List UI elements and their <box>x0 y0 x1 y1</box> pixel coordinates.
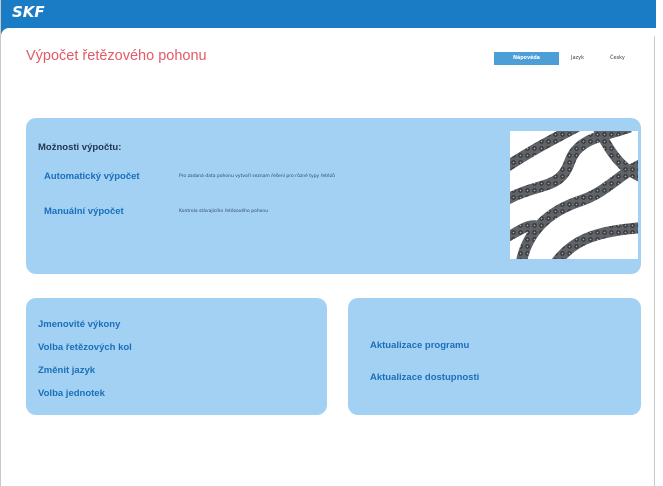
manual-calculation-link[interactable]: Manuální výpočet <box>44 206 124 217</box>
language-link[interactable]: Jazyk <box>571 52 584 65</box>
rated-power-link[interactable]: Jmenovité výkony <box>38 319 120 330</box>
change-language-link[interactable]: Změnit jazyk <box>38 365 95 376</box>
program-update-link[interactable]: Aktualizace programu <box>370 340 469 351</box>
automatic-calculation-link[interactable]: Automatický výpočet <box>44 171 140 182</box>
brand-bar: SKF <box>1 0 656 36</box>
skf-logo: SKF <box>12 3 45 21</box>
app-window: SKF Výpočet řetězového pohonu Nápověda J… <box>0 0 656 486</box>
roller-chain-image <box>510 131 638 259</box>
availability-update-link[interactable]: Aktualizace dostupnosti <box>370 372 479 383</box>
automatic-calculation-description: Pro zadaná data pohonu vytvoří seznam ře… <box>179 174 335 179</box>
page-title: Výpočet řetězového pohonu <box>26 48 207 64</box>
help-button[interactable]: Nápověda <box>494 52 559 65</box>
czech-language-link[interactable]: Česky <box>610 52 625 65</box>
calculation-options-title: Možnosti výpočtu: <box>38 142 122 153</box>
sprocket-selection-link[interactable]: Volba řetězových kol <box>38 342 132 353</box>
settings-panel: Jmenovité výkony Volba řetězových kol Zm… <box>26 298 327 415</box>
manual-calculation-description: Kontrola stávajícího řetězového pohonu <box>179 209 269 214</box>
roller-chain-illustration <box>510 131 638 259</box>
update-panel: Aktualizace programu Aktualizace dostupn… <box>348 298 641 415</box>
unit-selection-link[interactable]: Volba jednotek <box>38 388 105 399</box>
calculation-options-panel: Možnosti výpočtu: Automatický výpočet Pr… <box>26 118 641 274</box>
